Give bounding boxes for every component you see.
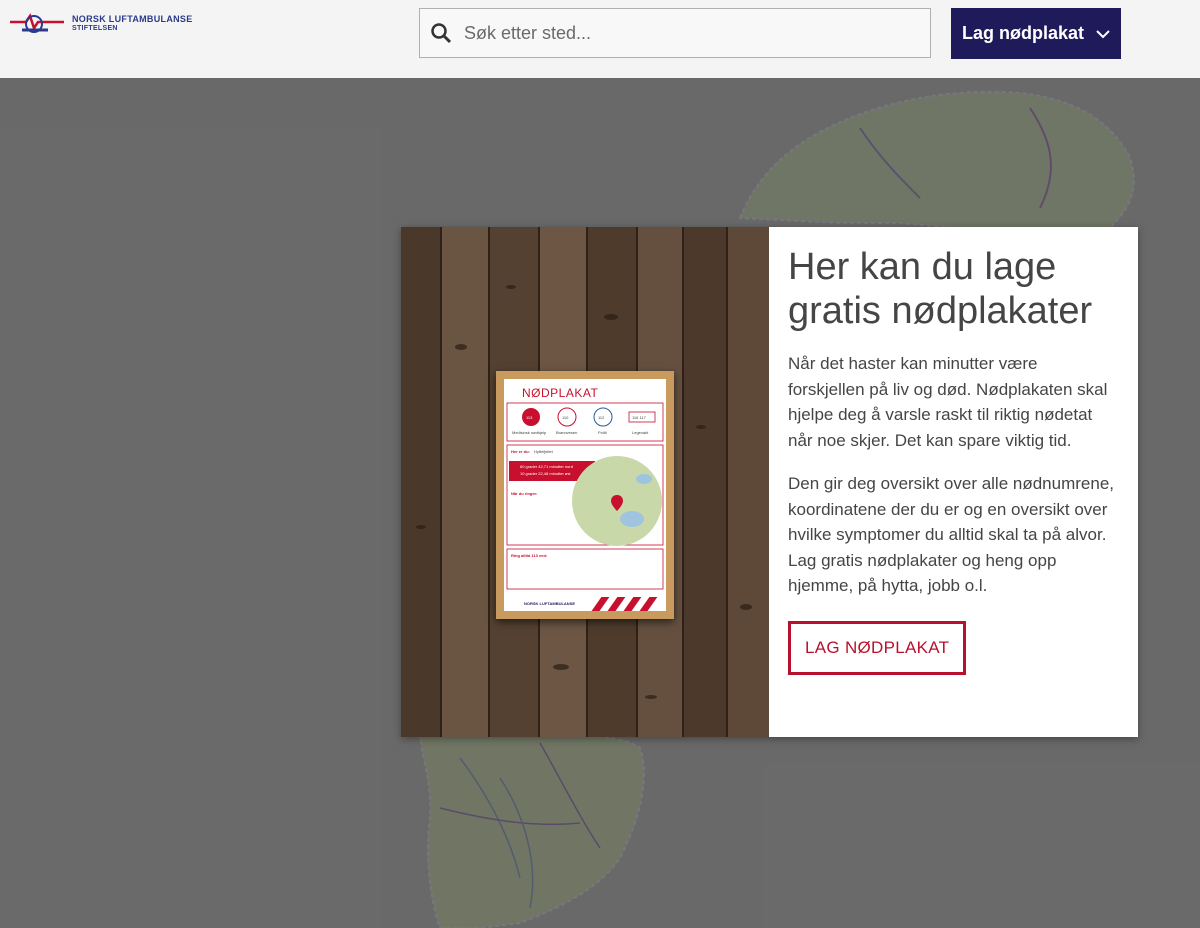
poster-preview: NØDPLAKAT 113 110 112 116 117 Medisinsk … xyxy=(504,379,666,611)
poster-photo: NØDPLAKAT 113 110 112 116 117 Medisinsk … xyxy=(401,227,769,737)
logo-name: NORSK LUFTAMBULANSE xyxy=(72,14,193,24)
poster-frame: NØDPLAKAT 113 110 112 116 117 Medisinsk … xyxy=(496,371,674,619)
poster-label-fire: Brannvesen xyxy=(556,430,578,435)
chevron-down-icon xyxy=(1096,29,1110,38)
poster-number-110: 110 xyxy=(562,415,569,420)
poster-number-112: 112 xyxy=(598,415,605,420)
logo-icon xyxy=(10,13,64,33)
intro-modal: NØDPLAKAT 113 110 112 116 117 Medisinsk … xyxy=(401,227,1138,737)
modal-title: Her kan du lage gratis nødplakater xyxy=(788,246,1093,332)
search-box xyxy=(419,8,931,58)
modal-paragraph-2: Den gir deg oversikt over alle nødnumren… xyxy=(788,474,1114,595)
create-poster-cta-button[interactable]: LAG NØDPLAKAT xyxy=(788,620,967,675)
poster-location-name: Hyttefjellet xyxy=(534,449,553,454)
create-poster-label: Lag nødplakat xyxy=(961,23,1084,43)
search-input[interactable] xyxy=(462,21,906,45)
logo[interactable]: NORSK LUFTAMBULANSE STIFTELSEN xyxy=(8,10,193,38)
poster-label-police: Politi xyxy=(598,430,607,435)
poster-always-heading: Ring alltid 113 ved: xyxy=(511,553,548,558)
logo-subname: STIFTELSEN xyxy=(72,25,118,32)
modal-paragraph-1: Når det haster kan minutter være forskje… xyxy=(788,354,1108,450)
poster-label-medical: Medisinsk nødhjelp xyxy=(512,430,547,435)
search-icon xyxy=(431,23,452,44)
poster-coords-1: 60 grader 42,71 minutter nord xyxy=(520,464,573,469)
poster-number-113: 113 xyxy=(526,415,533,420)
poster-brand: NORSK LUFTAMBULANSE xyxy=(524,601,576,606)
create-poster-button[interactable]: Lag nødplakat xyxy=(951,8,1121,59)
poster-label-doctor: Legevakt xyxy=(632,430,649,435)
top-header: NORSK LUFTAMBULANSE STIFTELSEN Lag nødpl… xyxy=(0,0,1200,78)
poster-location-label: Her er du: xyxy=(511,449,530,454)
poster-number-116117: 116 117 xyxy=(632,415,646,420)
modal-content: Her kan du lage gratis nødplakater Når d… xyxy=(769,227,1138,737)
poster-coords-2: 10 grader 22,48 minutter øst xyxy=(520,471,571,476)
poster-call-heading: Når du ringer: xyxy=(511,491,538,496)
